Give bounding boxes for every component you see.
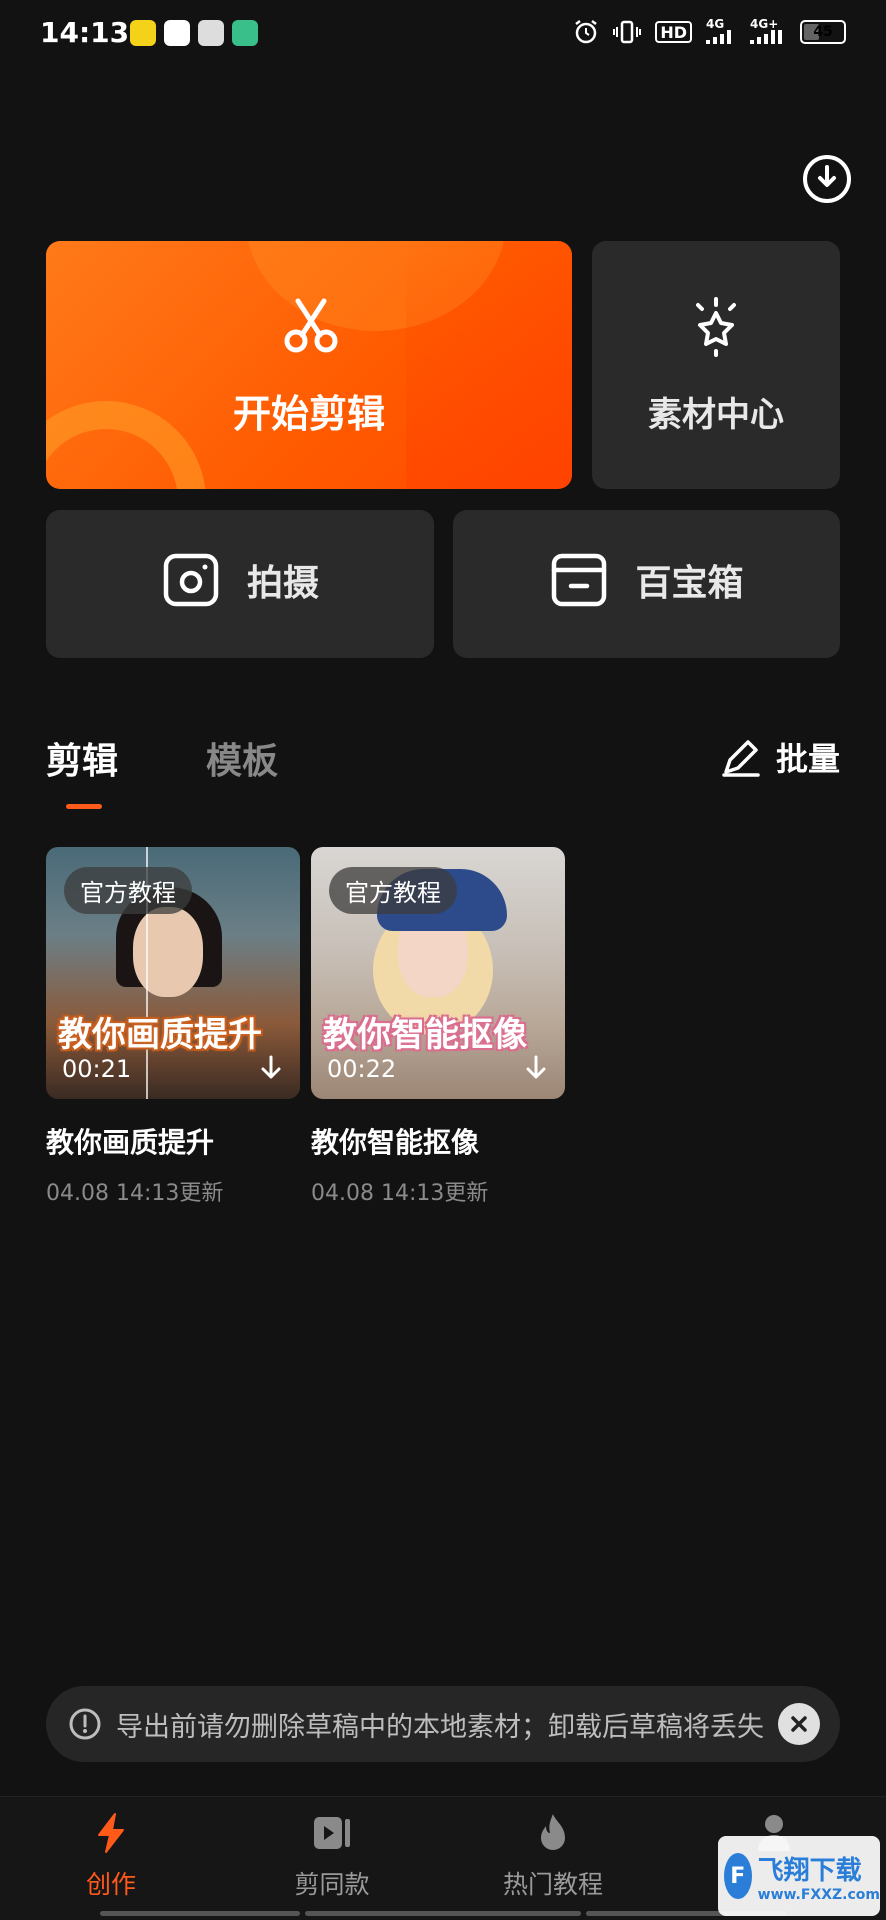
tab-template[interactable]: 模板 xyxy=(206,732,278,784)
signal-icon-2: 4G+ xyxy=(750,18,786,46)
draft-thumbnail[interactable]: 官方教程 教你画质提升 00:21 xyxy=(46,847,300,1099)
nav-template[interactable]: 剪同款 xyxy=(262,1811,402,1901)
official-tutorial-badge: 官方教程 xyxy=(64,867,192,914)
draft-updated: 04.08 14:13更新 xyxy=(311,1181,489,1206)
pencil-icon xyxy=(722,740,760,777)
draft-card[interactable]: 官方教程 教你智能抠像 00:22 教你智能抠像 04.08 14:13更新 xyxy=(311,847,565,1207)
battery-level: 45 xyxy=(813,24,833,40)
close-icon xyxy=(791,1716,807,1732)
flame-icon xyxy=(541,1814,565,1850)
notice-text: 导出前请勿删除草稿中的本地素材；卸载后草稿将丢失 xyxy=(116,1711,764,1743)
watermark: F 飞翔下载 www.FXXZ.com xyxy=(718,1836,880,1916)
draft-card[interactable]: 官方教程 教你画质提升 00:21 教你画质提升 04.08 14:13更新 xyxy=(46,847,300,1207)
scissors-icon xyxy=(284,298,338,353)
download-arrow-icon[interactable] xyxy=(521,1053,551,1083)
vibrate-icon xyxy=(613,20,642,44)
watermark-url: www.FXXZ.com xyxy=(757,1886,880,1903)
system-icons: HD 4G 4G+ 45 xyxy=(573,18,846,46)
star-sparkle-icon xyxy=(696,297,736,357)
lightning-icon xyxy=(98,1813,124,1853)
status-time: 14:13 xyxy=(40,16,130,49)
tab-template-label: 模板 xyxy=(206,741,279,782)
alarm-icon xyxy=(575,20,598,44)
toolbox-label: 百宝箱 xyxy=(635,563,744,604)
nav-tutorials[interactable]: 热门教程 xyxy=(483,1811,623,1901)
batch-button[interactable]: 批量 xyxy=(718,734,840,780)
material-center-label: 素材中心 xyxy=(648,395,784,435)
nav-create-label: 创作 xyxy=(85,1870,136,1899)
draft-name: 教你画质提升 xyxy=(46,1126,215,1159)
nav-create[interactable]: 创作 xyxy=(41,1811,181,1901)
start-edit-label: 开始剪辑 xyxy=(232,392,385,436)
tab-edit[interactable]: 剪辑 xyxy=(46,732,119,809)
card-decoration xyxy=(406,241,572,489)
toolbox-icon xyxy=(552,553,607,607)
signal-icon-1: 4G xyxy=(706,18,736,46)
nav-template-label: 剪同款 xyxy=(294,1870,370,1899)
notice-banner: 导出前请勿删除草稿中的本地素材；卸载后草稿将丢失 xyxy=(46,1686,840,1762)
info-icon xyxy=(69,1708,101,1740)
draft-updated: 04.08 14:13更新 xyxy=(46,1181,224,1206)
status-bar: 14:13 HD 4G 4G+ 45 xyxy=(0,0,886,70)
draft-thumbnail[interactable]: 官方教程 教你智能抠像 00:22 xyxy=(311,847,565,1099)
nav-tutorials-label: 热门教程 xyxy=(502,1870,603,1899)
draft-tabs: 剪辑 模板 xyxy=(46,732,278,809)
camera-icon xyxy=(163,553,219,607)
home-indicator xyxy=(100,1911,300,1916)
draft-name: 教你智能抠像 xyxy=(311,1126,480,1159)
tab-edit-label: 剪辑 xyxy=(46,741,119,782)
game-notification-icon xyxy=(198,20,224,46)
thumbnail-title: 教你画质提升 xyxy=(58,1015,262,1055)
download-arrow-icon[interactable] xyxy=(256,1053,286,1083)
tab-active-indicator xyxy=(66,804,102,809)
close-button[interactable] xyxy=(778,1703,820,1745)
watermark-title: 飞翔下载 xyxy=(757,1855,862,1886)
thumbnail-title: 教你智能抠像 xyxy=(323,1015,527,1055)
batch-label: 批量 xyxy=(775,740,840,778)
app-notification-icon xyxy=(130,20,156,46)
draft-duration: 00:22 xyxy=(327,1055,397,1083)
notification-icons xyxy=(130,20,258,46)
video-template-icon xyxy=(314,1817,350,1849)
toolbox-button[interactable]: 百宝箱 xyxy=(453,510,840,658)
download-icon[interactable] xyxy=(800,152,854,206)
video-notification-icon xyxy=(232,20,258,46)
material-center-button[interactable]: 素材中心 xyxy=(592,241,840,489)
hd-icon: HD xyxy=(655,21,692,43)
battery-icon: 45 xyxy=(800,20,846,44)
start-edit-button[interactable]: 开始剪辑 xyxy=(46,241,572,489)
message-notification-icon xyxy=(164,20,190,46)
official-tutorial-badge: 官方教程 xyxy=(329,867,457,914)
draft-duration: 00:21 xyxy=(62,1055,132,1083)
watermark-logo: F xyxy=(724,1853,752,1899)
thumbnail-image xyxy=(133,907,203,997)
shoot-label: 拍摄 xyxy=(246,563,319,604)
shoot-button[interactable]: 拍摄 xyxy=(46,510,434,658)
home-indicator xyxy=(305,1911,581,1916)
